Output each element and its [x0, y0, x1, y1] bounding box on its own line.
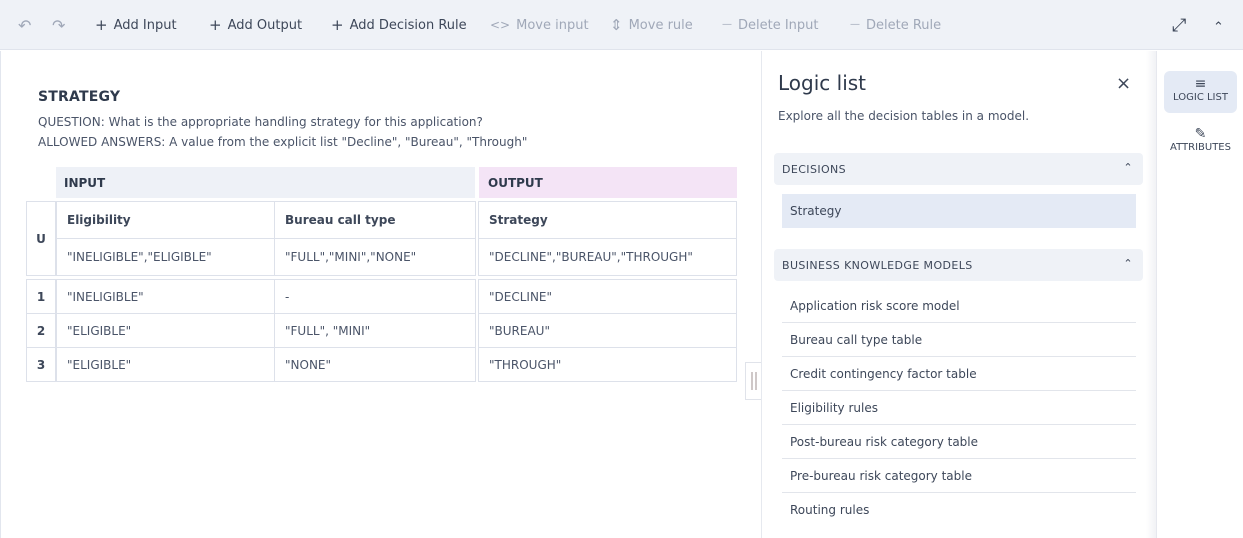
rule-cell[interactable]: "NONE" — [274, 347, 476, 382]
logic-list-tab[interactable]: ≡ LOGIC LIST — [1164, 71, 1237, 113]
list-icon: ≡ — [1194, 76, 1207, 92]
delete-rule-label: Delete Rule — [866, 17, 942, 33]
add-input-button[interactable]: + Add Input — [95, 0, 177, 50]
table-question: QUESTION: What is the appropriate handli… — [38, 115, 483, 129]
panel-title: Logic list — [778, 71, 867, 95]
rule-cell[interactable]: "THROUGH" — [478, 347, 737, 382]
bkm-header-label: BUSINESS KNOWLEDGE MODELS — [782, 258, 973, 272]
decisions-section-header[interactable]: DECISIONS ⌃ — [774, 153, 1143, 185]
move-rule-label: Move rule — [628, 17, 693, 33]
rule-cell[interactable]: "ELIGIBLE" — [56, 347, 275, 382]
decisions-header-label: DECISIONS — [782, 162, 847, 176]
table-title: STRATEGY — [38, 89, 121, 105]
side-rail: ≡ LOGIC LIST ✎ ATTRIBUTES — [1156, 51, 1243, 538]
drag-handle-icon — [750, 372, 757, 390]
panel-description: Explore all the decision tables in a mod… — [778, 109, 1030, 123]
chevron-up-icon: ⌃ — [1123, 161, 1133, 174]
bkm-item[interactable]: Post-bureau risk category table — [782, 425, 1136, 459]
move-rule-button[interactable]: ⇕ Move rule — [610, 0, 693, 50]
minus-icon: — — [722, 19, 732, 30]
delete-input-label: Delete Input — [738, 17, 819, 33]
undo-button[interactable]: ↶ — [18, 0, 31, 50]
decision-table-editor: STRATEGY QUESTION: What is the appropria… — [0, 51, 761, 538]
rule-number[interactable]: 1 — [26, 279, 56, 314]
bkm-item[interactable]: Credit contingency factor table — [782, 357, 1136, 391]
pencil-icon: ✎ — [1194, 126, 1207, 142]
allowed-values-bureau-call-type[interactable]: "FULL","MINI","NONE" — [274, 238, 476, 276]
chevron-up-icon: ⌃ — [1123, 257, 1133, 270]
rule-cell[interactable]: "ELIGIBLE" — [56, 313, 275, 348]
move-horizontal-icon: <> — [490, 18, 511, 32]
rule-cell[interactable]: "DECLINE" — [478, 279, 737, 314]
bkm-item[interactable]: Pre-bureau risk category table — [782, 459, 1136, 493]
panel-resize-handle[interactable] — [745, 362, 761, 400]
allowed-values-eligibility[interactable]: "INELIGIBLE","ELIGIBLE" — [56, 238, 275, 276]
bkm-item[interactable]: Bureau call type table — [782, 323, 1136, 357]
hit-policy-cell[interactable]: U — [26, 201, 56, 276]
logic-list-panel: Logic list × Explore all the decision ta… — [761, 51, 1155, 538]
plus-icon: + — [331, 15, 344, 34]
expand-icon: ⤢ — [1172, 14, 1187, 36]
column-header-eligibility[interactable]: Eligibility — [56, 201, 275, 239]
add-decision-rule-button[interactable]: + Add Decision Rule — [331, 0, 467, 50]
table-allowed-answers: ALLOWED ANSWERS: A value from the explic… — [38, 135, 528, 149]
plus-icon: + — [209, 15, 222, 34]
add-output-button[interactable]: + Add Output — [209, 0, 302, 50]
delete-input-button[interactable]: — Delete Input — [722, 0, 819, 50]
rule-number[interactable]: 3 — [26, 347, 56, 382]
bkm-section-header[interactable]: BUSINESS KNOWLEDGE MODELS ⌃ — [774, 249, 1143, 281]
rule-cell[interactable]: "FULL", "MINI" — [274, 313, 476, 348]
panel-shadow — [1146, 51, 1156, 538]
redo-icon: ↷ — [52, 15, 66, 35]
logic-list-tab-label: LOGIC LIST — [1173, 92, 1228, 103]
decision-item-strategy[interactable]: Strategy — [782, 194, 1136, 228]
input-group-header: INPUT — [56, 167, 475, 198]
undo-icon: ↶ — [18, 15, 32, 35]
chevron-up-icon: ⌃ — [1213, 19, 1224, 35]
expand-button[interactable]: ⤢ — [1172, 0, 1186, 50]
redo-button[interactable]: ↷ — [52, 0, 65, 50]
delete-rule-button[interactable]: — Delete Rule — [850, 0, 941, 50]
attributes-tab[interactable]: ✎ ATTRIBUTES — [1164, 121, 1237, 163]
add-decision-rule-label: Add Decision Rule — [349, 17, 467, 33]
rule-cell[interactable]: "BUREAU" — [478, 313, 737, 348]
bkm-item[interactable]: Application risk score model — [782, 289, 1136, 323]
bkm-item[interactable]: Eligibility rules — [782, 391, 1136, 425]
move-input-button[interactable]: <> Move input — [490, 0, 589, 50]
add-output-label: Add Output — [227, 17, 303, 33]
rule-cell[interactable]: - — [274, 279, 476, 314]
collapse-toolbar-button[interactable]: ⌃ — [1213, 0, 1224, 50]
attributes-tab-label: ATTRIBUTES — [1170, 142, 1231, 153]
rule-number[interactable]: 2 — [26, 313, 56, 348]
plus-icon: + — [95, 15, 108, 34]
rule-cell[interactable]: "INELIGIBLE" — [56, 279, 275, 314]
minus-icon: — — [850, 19, 860, 30]
move-input-label: Move input — [516, 17, 589, 33]
column-header-bureau-call-type[interactable]: Bureau call type — [274, 201, 476, 239]
close-icon[interactable]: × — [1116, 73, 1131, 94]
toolbar: ↶ ↷ + Add Input + Add Output + Add Decis… — [0, 0, 1243, 50]
allowed-values-strategy[interactable]: "DECLINE","BUREAU","THROUGH" — [478, 238, 737, 276]
column-header-strategy[interactable]: Strategy — [478, 201, 737, 239]
bkm-item[interactable]: Routing rules — [782, 493, 1136, 527]
move-vertical-icon: ⇕ — [610, 15, 623, 34]
add-input-label: Add Input — [113, 17, 177, 33]
output-group-header: OUTPUT — [479, 167, 737, 198]
